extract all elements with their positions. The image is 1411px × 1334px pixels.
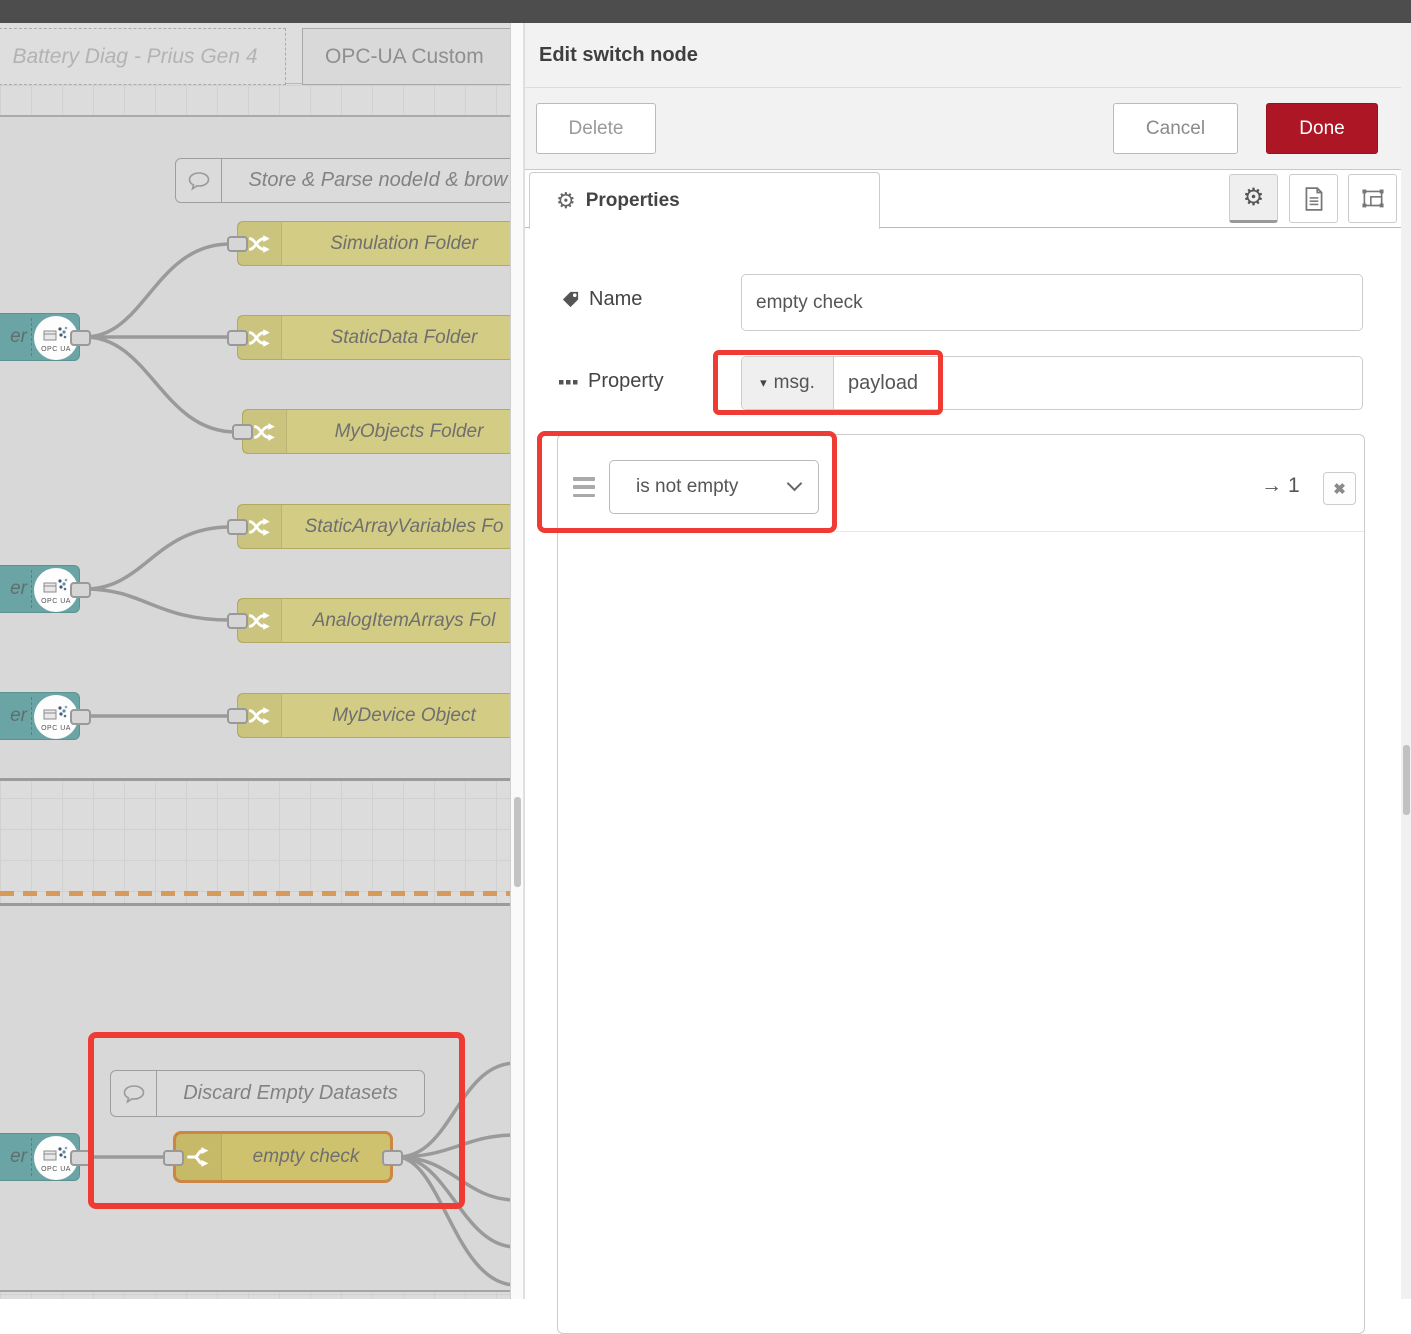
canvas-scrollbar[interactable] <box>510 23 524 1299</box>
node-label: StaticArrayVariables Fo <box>282 516 510 538</box>
opcua-server-node[interactable]: er OPC UA <box>0 565 80 613</box>
edit-switch-node-dialog: Edit switch node Delete Cancel Done ⚙ Pr… <box>524 23 1411 1299</box>
dialog-scrollbar-thumb[interactable] <box>1403 745 1410 815</box>
output-port[interactable] <box>70 582 91 598</box>
input-port[interactable] <box>227 613 248 629</box>
node-label: er <box>10 326 27 348</box>
node-label: StaticData Folder <box>282 327 510 349</box>
input-port[interactable] <box>227 519 248 535</box>
node-label: MyDevice Object <box>282 705 510 727</box>
dialog-title: Edit switch node <box>539 44 698 67</box>
name-input[interactable] <box>742 275 1362 330</box>
opcua-server-node[interactable]: er OPC UA <box>0 313 80 361</box>
dialog-titlebar: Edit switch node <box>525 23 1411 88</box>
opcua-icon-caption: OPC UA <box>41 725 71 732</box>
rule-output-indicator: → 1 <box>1261 474 1300 498</box>
flow-tab-bar: Battery Diag - Prius Gen 4 OPC-UA Custom <box>0 23 510 84</box>
output-port[interactable] <box>70 709 91 725</box>
layout-frame-icon <box>1359 185 1387 213</box>
node-label: AnalogItemArrays Fol <box>282 610 510 632</box>
comment-label: Store & Parse nodeId & brow <box>222 169 510 192</box>
change-node-staticdata-folder[interactable]: StaticData Folder <box>237 315 510 360</box>
node-divider <box>31 1138 32 1176</box>
wire <box>85 527 230 589</box>
change-node-simulation-folder[interactable]: Simulation Folder <box>237 221 510 266</box>
annotation-rect-empty-check-flow <box>88 1032 465 1209</box>
input-port[interactable] <box>227 330 248 346</box>
flow-tab-label: Battery Diag - Prius Gen 4 <box>12 45 257 69</box>
wire <box>85 244 230 337</box>
flow-tab-label: OPC-UA Custom <box>325 45 484 69</box>
done-button[interactable]: Done <box>1266 103 1378 154</box>
dialog-scrollbar[interactable] <box>1401 23 1411 1299</box>
document-icon <box>1301 186 1327 212</box>
properties-view-button[interactable]: ⚙ <box>1229 174 1278 223</box>
tag-icon <box>561 290 580 309</box>
flow-tab-opcua-custom[interactable]: OPC-UA Custom <box>302 28 510 85</box>
wire <box>85 589 230 620</box>
name-field-label: Name <box>561 288 642 311</box>
name-input-wrap <box>741 274 1363 331</box>
input-port[interactable] <box>227 708 248 724</box>
node-label: er <box>10 705 27 727</box>
input-port[interactable] <box>227 236 248 252</box>
node-divider <box>31 697 32 735</box>
gear-icon: ⚙ <box>1243 183 1265 212</box>
gear-icon: ⚙ <box>556 188 576 214</box>
node-divider <box>31 570 32 608</box>
node-divider <box>31 318 32 356</box>
opcua-server-node[interactable]: er OPC UA <box>0 692 80 740</box>
cancel-button[interactable]: Cancel <box>1113 103 1238 154</box>
delete-button[interactable]: Delete <box>536 103 656 154</box>
dialog-toolbar: Delete Cancel Done <box>525 88 1411 170</box>
node-label: MyObjects Folder <box>287 421 510 443</box>
arrow-right-icon: → <box>1261 474 1282 498</box>
node-label: Simulation Folder <box>282 233 510 255</box>
rule-list-container <box>557 434 1365 1334</box>
change-node-analogitemarrays[interactable]: AnalogItemArrays Fol <box>237 598 510 643</box>
node-label: er <box>10 578 27 600</box>
canvas-scrollbar-thumb[interactable] <box>514 797 521 887</box>
rule-output-number: 1 <box>1288 474 1300 498</box>
input-port[interactable] <box>232 424 253 440</box>
node-label: er <box>10 1146 27 1168</box>
rule-delete-button[interactable]: ✖ <box>1323 472 1356 505</box>
tab-properties[interactable]: ⚙ Properties <box>529 172 880 229</box>
appearance-view-button[interactable] <box>1348 174 1397 223</box>
name-label-text: Name <box>589 288 642 311</box>
flow-tab-battery-diag[interactable]: Battery Diag - Prius Gen 4 <box>0 28 286 85</box>
app-header-bar <box>0 0 1411 23</box>
change-node-mydevice-object[interactable]: MyDevice Object <box>237 693 510 738</box>
description-view-button[interactable] <box>1289 174 1338 223</box>
annotation-rect-msg-payload <box>713 350 943 415</box>
output-port[interactable] <box>70 330 91 346</box>
property-label-text: Property <box>588 370 664 393</box>
opcua-icon-caption: OPC UA <box>41 346 71 353</box>
comment-icon <box>176 159 222 202</box>
wire <box>85 337 236 432</box>
comment-node-store-parse[interactable]: Store & Parse nodeId & brow <box>175 158 510 203</box>
node-red-editor: Battery Diag - Prius Gen 4 OPC-UA Custom… <box>0 0 1411 1299</box>
flow-canvas[interactable]: Battery Diag - Prius Gen 4 OPC-UA Custom… <box>0 23 510 1299</box>
opcua-icon-caption: OPC UA <box>41 1166 71 1173</box>
property-field-label: Property <box>559 370 664 393</box>
annotation-rect-is-not-empty <box>537 431 837 533</box>
ellipsis-icon <box>559 378 579 386</box>
change-node-myobjects-folder[interactable]: MyObjects Folder <box>242 409 510 454</box>
opcua-server-node[interactable]: er OPC UA <box>0 1133 80 1181</box>
change-node-staticarrayvariables[interactable]: StaticArrayVariables Fo <box>237 504 510 549</box>
tab-properties-label: Properties <box>586 190 680 212</box>
opcua-icon-caption: OPC UA <box>41 598 71 605</box>
